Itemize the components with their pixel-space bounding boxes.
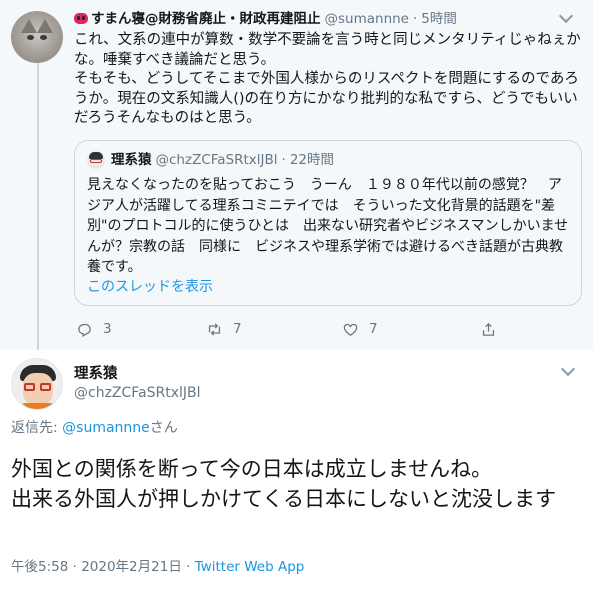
chevron-down-icon[interactable] [558, 8, 574, 24]
pig-emoji-icon [74, 13, 88, 24]
reply-count: 3 [103, 321, 112, 337]
share-icon [480, 321, 497, 338]
retweet-icon [206, 321, 223, 338]
quoted-author-name: 理系猿 [111, 152, 152, 168]
chevron-down-icon[interactable] [560, 361, 576, 377]
retweet-count: 7 [233, 321, 242, 337]
reply-icon [76, 321, 93, 338]
quoted-author-avatar [87, 151, 105, 169]
reply-mention-link[interactable]: @sumannne [62, 420, 150, 436]
retweet-button[interactable]: 7 [206, 318, 242, 340]
quoted-tweet[interactable]: 理系猿 @chzZCFaSRtxlJBl · 22時間 見えなくなったのを貼っておこう… [74, 140, 582, 306]
quoted-tweet-time: 22時間 [289, 152, 334, 168]
main-tweet-text: 外国との関係を断って今の日本は成立しませんね。 出来る外国人が押しかけてくる日本… [11, 457, 556, 511]
parent-tweet[interactable]: すまん寝@財務省廃止・財政再建阻止 @sumannne · 5時間 これ、文系の連中が… [0, 0, 593, 350]
parent-author-handle[interactable]: @sumannne [325, 11, 410, 27]
tweet-time[interactable]: 午後5:58 [11, 559, 68, 575]
tweet-meta: 午後5:58 · 2020年2月21日 · Twitter Web App [11, 559, 305, 575]
main-author-handle[interactable]: @chzZCFaSRtxlJBl [74, 383, 201, 403]
tweet-date[interactable]: 2020年2月21日 [81, 559, 182, 575]
parent-tweet-text: これ、文系の連中が算数・数学不要論を言う時と同じメンタリティじゃねぇかな。唾棄す… [74, 32, 581, 126]
reply-button[interactable]: 3 [76, 318, 112, 340]
parent-tweet-header: すまん寝@財務省廃止・財政再建阻止 @sumannne · 5時間 [74, 9, 553, 29]
thread-connector-line [37, 62, 39, 350]
quoted-author-handle: @chzZCFaSRtxlJBl [155, 152, 278, 168]
like-icon [342, 321, 359, 338]
quoted-tweet-text: 見えなくなったのを貼っておこう うーん １９８０年代以前の感覚？ アジア人が活躍… [87, 177, 569, 275]
parent-author-name[interactable]: すまん寝@財務省廃止・財政再建阻止 [91, 11, 321, 27]
source-app-link[interactable]: Twitter Web App [195, 559, 305, 575]
like-count: 7 [369, 321, 378, 337]
main-author-avatar[interactable] [11, 358, 63, 410]
parent-tweet-actions: 3 7 7 [74, 318, 584, 340]
parent-author-avatar[interactable] [11, 11, 63, 63]
share-button[interactable] [480, 318, 497, 340]
parent-tweet-time[interactable]: 5時間 [421, 11, 457, 27]
main-author-name[interactable]: 理系猿 [74, 364, 118, 384]
show-thread-link[interactable]: このスレッドを表示 [87, 276, 213, 296]
reply-to-line: 返信先: @sumannneさん [11, 420, 178, 436]
quoted-tweet-header: 理系猿 @chzZCFaSRtxlJBl · 22時間 [111, 152, 334, 168]
like-button[interactable]: 7 [342, 318, 378, 340]
